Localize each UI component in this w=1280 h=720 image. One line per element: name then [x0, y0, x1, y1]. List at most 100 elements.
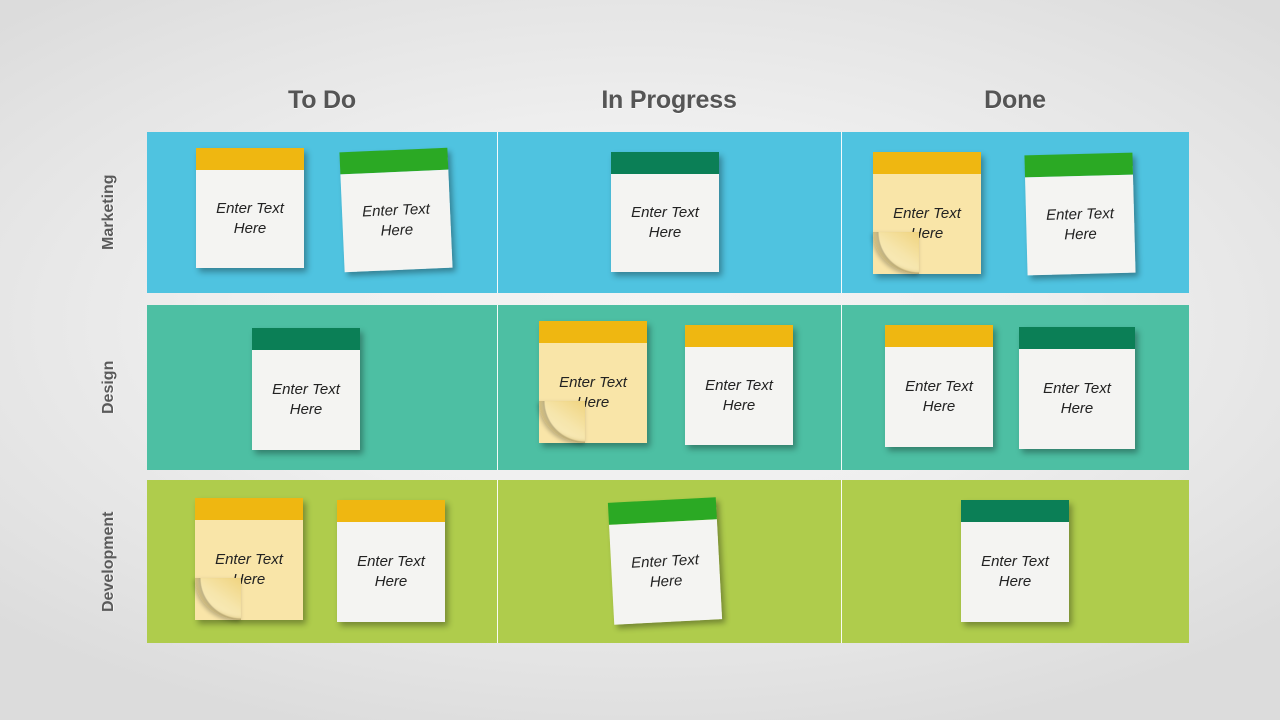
sticky-note-text: Enter Text Here	[216, 199, 284, 239]
sticky-note-text-line-2: Here	[649, 572, 683, 591]
sticky-note-surface: Enter Text Here	[611, 152, 719, 272]
sticky-note-body[interactable]: Enter Text Here	[252, 350, 360, 450]
sticky-note-text: Enter Text Here	[981, 552, 1049, 592]
sticky-note-text-line-2: Here	[1064, 225, 1098, 244]
sticky-note-body[interactable]: Enter Text Here	[885, 347, 993, 447]
sticky-note[interactable]: Enter Text Here	[1019, 327, 1135, 449]
sticky-note-header-bar	[1019, 327, 1135, 349]
sticky-note-text: Enter Text Here	[705, 376, 773, 416]
sticky-note-surface: Enter Text Here	[961, 500, 1069, 622]
row-label-marketing: Marketing	[100, 174, 117, 251]
sticky-note[interactable]: Enter Text Here	[685, 325, 793, 445]
sticky-note-text-line-1: Enter Text	[630, 551, 700, 572]
sticky-note[interactable]: Enter Text Here	[339, 147, 453, 273]
sticky-note-surface: Enter Text Here	[873, 152, 981, 274]
sticky-note-text-line-2: Here	[374, 573, 408, 590]
sticky-note-text: Enter Text Here	[905, 377, 973, 417]
sticky-note-text: Enter Text Here	[272, 380, 340, 420]
sticky-note-text-line-1: Enter Text	[559, 374, 627, 392]
board-cell: Enter Text Here Enter Text Here	[841, 305, 1189, 470]
board-cell: Enter Text Here	[841, 480, 1189, 643]
sticky-note[interactable]: Enter Text Here	[252, 328, 360, 450]
sticky-note[interactable]: Enter Text Here	[337, 500, 445, 622]
sticky-note[interactable]: Enter Text Here	[873, 152, 981, 274]
sticky-note-text-line-2: Here	[722, 397, 756, 414]
sticky-note-header-bar	[1024, 152, 1133, 178]
row-label-development: Development	[100, 511, 117, 612]
sticky-note-text-line-2: Here	[1060, 400, 1094, 417]
sticky-note-text: Enter Text Here	[357, 552, 425, 592]
sticky-note-header-bar	[685, 325, 793, 347]
sticky-note-body[interactable]: Enter Text Here	[196, 170, 304, 268]
sticky-note-text-line-2: Here	[648, 224, 682, 241]
board-cell: Enter Text Here	[497, 480, 841, 643]
sticky-note-text: Enter Text Here	[631, 203, 699, 243]
sticky-note-surface: Enter Text Here	[252, 328, 360, 450]
sticky-note-body[interactable]: Enter Text Here	[1019, 349, 1135, 449]
sticky-note-text-line-1: Enter Text	[357, 553, 425, 571]
column-header-done: Done	[984, 86, 1046, 114]
sticky-note-surface: Enter Text Here	[539, 321, 647, 443]
sticky-note[interactable]: Enter Text Here	[1024, 152, 1136, 276]
sticky-note[interactable]: Enter Text Here	[961, 500, 1069, 622]
board-cell: Enter Text Here Enter Text Here	[147, 132, 497, 293]
sticky-note-surface: Enter Text Here	[885, 325, 993, 447]
board-cell: Enter Text Here Enter Text Here	[841, 132, 1189, 293]
sticky-note-surface: Enter Text Here	[1019, 327, 1135, 449]
sticky-note[interactable]: Enter Text Here	[195, 498, 303, 620]
sticky-note-text-line-1: Enter Text	[361, 200, 431, 221]
sticky-note-text-line-1: Enter Text	[905, 378, 973, 396]
column-header-to-do: To Do	[288, 86, 356, 114]
sticky-note-body[interactable]: Enter Text Here	[609, 519, 723, 625]
sticky-note-text-line-2: Here	[998, 573, 1032, 590]
sticky-note-body[interactable]: Enter Text Here	[611, 174, 719, 272]
sticky-note-surface: Enter Text Here	[337, 500, 445, 622]
board-cell: Enter Text Here Enter Text Here	[147, 480, 497, 643]
sticky-note-text: Enter Text Here	[631, 550, 701, 593]
sticky-note-header-bar	[961, 500, 1069, 522]
sticky-note-surface: Enter Text Here	[685, 325, 793, 445]
sticky-note-text-line-2: Here	[233, 220, 267, 237]
sticky-note-surface: Enter Text Here	[607, 497, 723, 625]
sticky-note-surface: Enter Text Here	[196, 148, 304, 268]
kanban-board: Enter Text Here Enter Text Here Enter Text He…	[147, 132, 1189, 643]
column-header-bar: To Do In Progress Done	[147, 78, 1189, 122]
sticky-note[interactable]: Enter Text Here	[539, 321, 647, 443]
column-header-in-progress: In Progress	[601, 86, 737, 114]
sticky-note[interactable]: Enter Text Here	[196, 148, 304, 268]
sticky-note-header-bar	[196, 148, 304, 170]
sticky-note-text-line-1: Enter Text	[1043, 380, 1111, 398]
sticky-note-header-bar	[873, 152, 981, 174]
sticky-note-text-line-1: Enter Text	[1045, 205, 1115, 225]
sticky-note[interactable]: Enter Text Here	[607, 497, 723, 625]
sticky-note-text-line-2: Here	[289, 401, 323, 418]
sticky-note-surface: Enter Text Here	[1024, 152, 1136, 276]
sticky-note-text-line-2: Here	[380, 221, 414, 240]
sticky-note-text-line-1: Enter Text	[981, 553, 1049, 571]
sticky-note[interactable]: Enter Text Here	[611, 152, 719, 272]
board-cell: Enter Text Here	[497, 132, 841, 293]
sticky-note-header-bar	[611, 152, 719, 174]
sticky-note-text-line-2: Here	[922, 398, 956, 415]
board-cell: Enter Text Here	[147, 305, 497, 470]
sticky-note-header-bar	[337, 500, 445, 522]
sticky-note-text: Enter Text Here	[362, 200, 431, 243]
sticky-note-text-line-1: Enter Text	[215, 551, 283, 569]
sticky-note-text: Enter Text Here	[1046, 204, 1115, 245]
sticky-note-header-bar	[885, 325, 993, 347]
board-cell: Enter Text Here Enter Text Here	[497, 305, 841, 470]
sticky-note-text-line-1: Enter Text	[631, 204, 699, 222]
sticky-note-body[interactable]: Enter Text Here	[685, 347, 793, 445]
sticky-note-body[interactable]: Enter Text Here	[337, 522, 445, 622]
sticky-note-body[interactable]: Enter Text Here	[961, 522, 1069, 622]
row-label-design: Design	[100, 360, 117, 415]
sticky-note-surface: Enter Text Here	[339, 147, 453, 273]
sticky-note-text-line-1: Enter Text	[705, 377, 773, 395]
sticky-note-header-bar	[195, 498, 303, 520]
sticky-note-surface: Enter Text Here	[195, 498, 303, 620]
sticky-note-body[interactable]: Enter Text Here	[340, 169, 453, 273]
sticky-note[interactable]: Enter Text Here	[885, 325, 993, 447]
sticky-note-text-line-1: Enter Text	[893, 205, 961, 223]
sticky-note-header-bar	[252, 328, 360, 350]
sticky-note-body[interactable]: Enter Text Here	[1025, 174, 1136, 276]
